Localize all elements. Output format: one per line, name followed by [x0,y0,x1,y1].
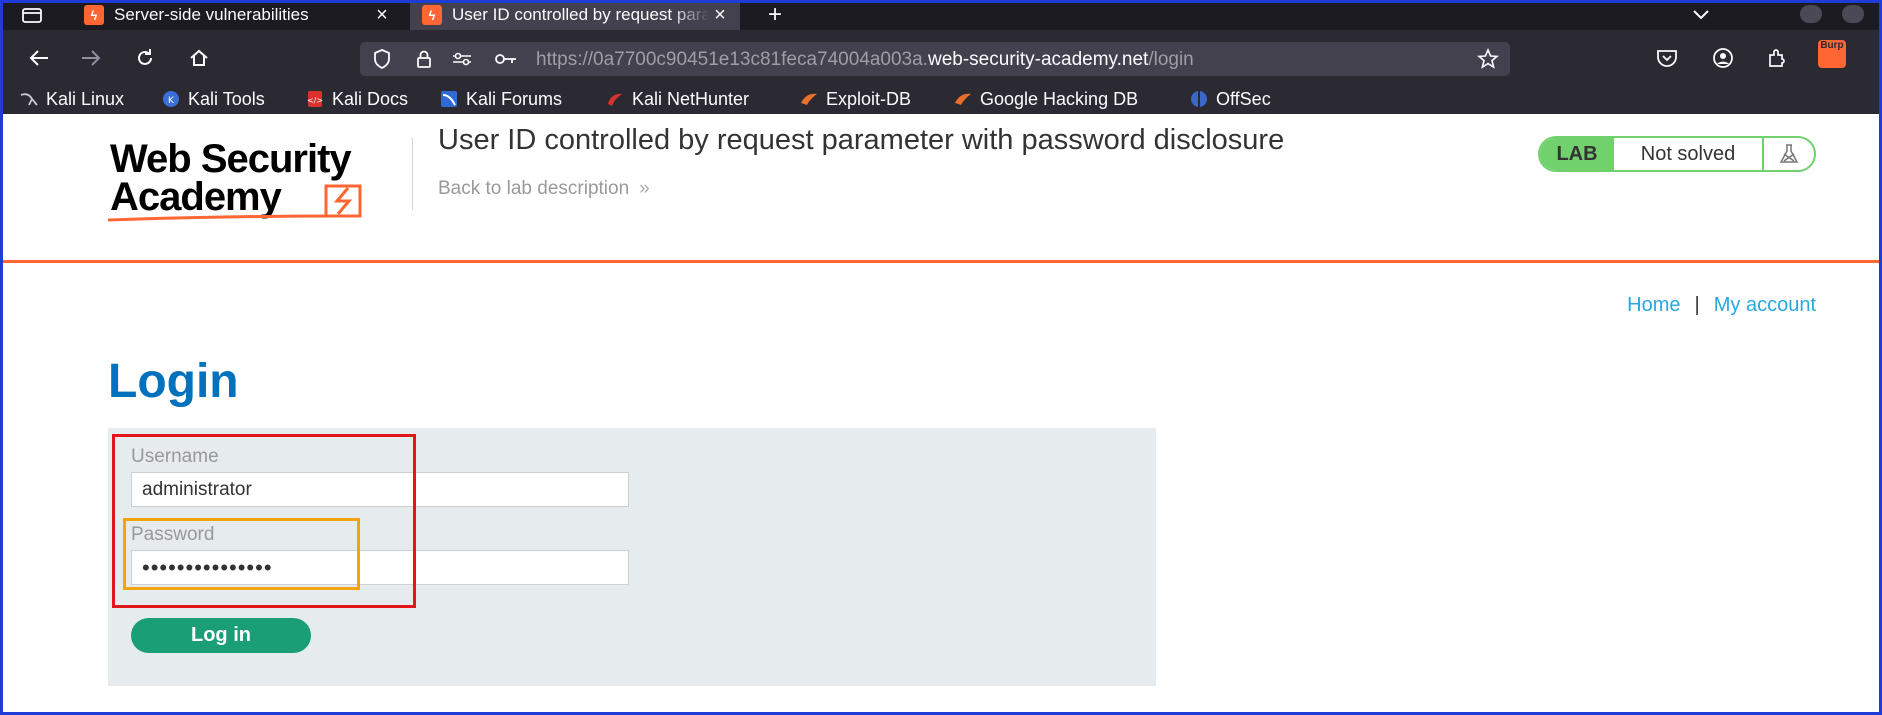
lock-icon[interactable] [412,47,436,71]
bookmark-kali-docs[interactable]: </> Kali Docs [306,88,408,110]
portswigger-favicon-icon: ϟ [422,5,442,25]
bookmarks-toolbar: Kali Linux K Kali Tools </> Kali Docs Ka… [0,84,1882,114]
tab-close-icon[interactable]: × [372,4,392,27]
chevron-down-icon[interactable] [1688,2,1714,28]
username-field[interactable]: administrator [131,472,629,507]
address-bar[interactable]: https://0a7700c90451e13c81feca74004a003a… [360,42,1510,76]
kali-docs-icon: </> [306,90,324,108]
back-to-lab-description-link[interactable]: Back to lab description» [438,178,650,200]
tab-title: Server-side vulnerabilities [114,5,309,24]
browser-tab-bar: ϟ Server-side vulnerabilities × ϟ User I… [0,0,1882,30]
kali-icon [20,90,38,108]
minimize-icon[interactable] [1800,5,1822,23]
browser-nav-bar: https://0a7700c90451e13c81feca74004a003a… [0,30,1882,84]
nav-separator: | [1694,294,1700,316]
tab-title: User ID controlled by request parameter … [452,5,710,24]
bookmark-offsec[interactable]: OffSec [1190,88,1271,110]
svg-text:</>: </> [307,96,323,105]
browser-tab-server-side[interactable]: ϟ Server-side vulnerabilities × [72,0,402,30]
offsec-icon [1190,90,1208,108]
pocket-icon[interactable] [1652,43,1682,73]
bookmark-kali-nethunter[interactable]: Kali NetHunter [606,88,749,110]
lab-title: User ID controlled by request parameter … [438,124,1285,156]
reload-icon[interactable] [130,43,160,73]
burp-extension-icon[interactable]: Burp [1818,40,1846,68]
bookmark-star-icon[interactable] [1476,47,1500,71]
lab-badge: LAB [1540,138,1614,170]
kali-tools-icon: K [162,90,180,108]
browser-tab-active[interactable]: ϟ User ID controlled by request paramete… [410,0,740,30]
kali-forums-icon [440,90,458,108]
home-link[interactable]: Home [1627,294,1680,316]
password-field[interactable]: ••••••••••••••• [131,550,629,585]
page-title: Login [108,355,239,408]
portswigger-favicon-icon: ϟ [84,5,104,25]
site-navigation: Home | My account [1627,294,1816,317]
key-icon[interactable] [494,47,518,71]
url-text[interactable]: https://0a7700c90451e13c81feca74004a003a… [536,49,1194,71]
nethunter-icon [606,90,624,108]
account-icon[interactable] [1708,43,1738,73]
password-label: Password [131,524,215,545]
permissions-icon[interactable] [450,47,474,71]
shield-icon[interactable] [370,47,394,71]
bookmark-exploit-db[interactable]: Exploit-DB [800,88,911,110]
tab-close-icon[interactable]: × [710,4,730,27]
header-rule [0,260,1882,263]
svg-text:Academy: Academy [110,175,283,219]
lab-status-text: Not solved [1614,138,1764,170]
extensions-icon[interactable] [1762,43,1792,73]
home-icon[interactable] [184,43,214,73]
flask-icon [1764,138,1814,170]
bookmark-kali-linux[interactable]: Kali Linux [20,88,124,110]
new-tab-icon[interactable]: + [760,0,790,30]
my-account-link[interactable]: My account [1714,294,1816,316]
login-form: Username administrator Password ••••••••… [108,428,1156,686]
bookmark-kali-forums[interactable]: Kali Forums [440,88,562,110]
page-content: Web Security Academy User ID controlled … [0,114,1882,715]
back-arrow-icon[interactable] [24,43,54,73]
double-chevron-right-icon: » [639,178,650,199]
ghdb-icon [954,90,972,108]
web-security-academy-logo[interactable]: Web Security Academy [107,132,408,224]
bookmark-kali-tools[interactable]: K Kali Tools [162,88,265,110]
username-label: Username [131,446,219,467]
header-divider [412,138,413,210]
forward-arrow-icon[interactable] [76,43,106,73]
exploit-db-icon [800,90,818,108]
login-button[interactable]: Log in [131,618,311,653]
tab-list-icon[interactable] [14,3,50,27]
bookmark-google-hacking-db[interactable]: Google Hacking DB [954,88,1138,110]
close-window-icon[interactable] [1842,5,1864,23]
lab-status-widget: LAB Not solved [1538,136,1816,172]
lab-header: Web Security Academy User ID controlled … [0,114,1882,262]
